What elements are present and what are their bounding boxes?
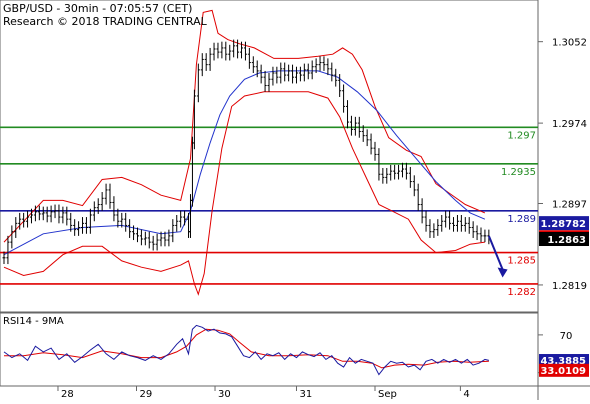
rsi-panel [0,312,539,387]
chart-title: GBP/USD - 30min - 07:05:57 (CET) [3,2,192,15]
y-tick-label: 1.2974 [552,119,587,130]
level-label: 1.2935 [501,167,536,178]
y-tick-label: 1.3052 [552,38,587,49]
rsi-tick-label: 70 [560,331,573,342]
chart-window: 1.297 1.2935 1.289 1.285 1.282 1.3052 1.2974 1… [0,0,590,400]
price-tag-label: 1.2863 [547,235,586,246]
level-label: 1.297 [507,130,536,141]
price-panel [0,0,539,313]
chart-subtitle: Research © 2018 TRADING CENTRAL [3,15,208,28]
y-tick-label: 1.2819 [552,281,587,292]
x-tick-label: 4 [463,389,469,400]
price-tag-label: 1.28782 [540,219,586,230]
chart-canvas: 1.297 1.2935 1.289 1.285 1.282 1.3052 1.2974 1… [0,0,590,400]
rsi-title: RSI14 - 9MA [3,316,64,327]
x-tick-label: 28 [61,389,74,400]
x-tick-label: 31 [299,389,312,400]
level-label: 1.289 [507,214,536,225]
level-label: 1.285 [507,256,536,267]
tags-layer: 1.287821.286471.286343.388533.0109 [539,216,589,377]
x-tick-label: 29 [140,389,153,400]
x-tick-label: 30 [218,389,231,400]
y-tick-label: 1.2897 [552,200,587,211]
x-tick-label: Sep [378,389,397,400]
rsi-tag-label: 33.0109 [540,366,586,377]
level-label: 1.282 [507,287,536,298]
